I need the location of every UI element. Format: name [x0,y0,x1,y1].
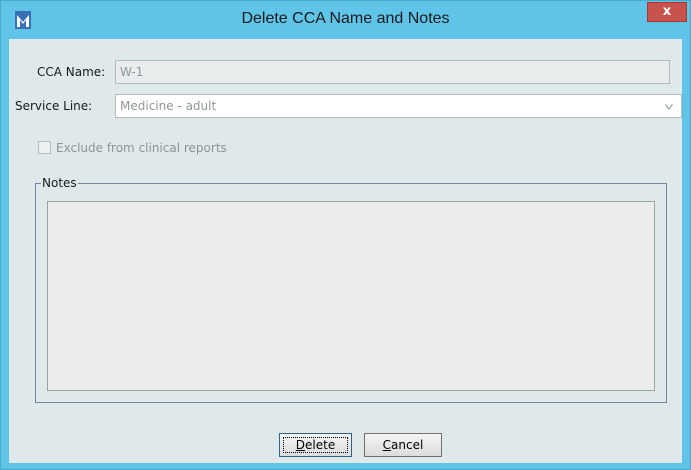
service-line-value: Medicine - adult [120,99,217,113]
cca-name-field: W-1 [115,60,670,84]
window-title: Delete CCA Name and Notes [241,10,450,27]
exclude-checkbox[interactable] [38,141,51,154]
exclude-label: Exclude from clinical reports [56,141,227,155]
service-line-label: Service Line: [15,99,93,113]
delete-button[interactable]: Delete [279,433,352,457]
notes-textarea[interactable] [47,201,655,391]
service-line-select[interactable]: Medicine - adult [115,94,682,118]
cancel-label: ancel [391,438,424,452]
chevron-down-icon [665,104,673,110]
dialog-body: CCA Name: W-1 Service Line: Medicine - a… [9,39,682,463]
cancel-mnemonic: C [382,438,392,452]
cancel-button[interactable]: Cancel [364,433,442,457]
focus-ring [283,437,348,453]
title-bar[interactable]: Delete CCA Name and Notes x [1,1,690,39]
close-button[interactable]: x [647,2,687,22]
notes-legend: Notes [41,176,78,190]
dialog-window: Delete CCA Name and Notes x CCA Name: W-… [0,0,691,470]
cca-name-label: CCA Name: [37,65,106,79]
